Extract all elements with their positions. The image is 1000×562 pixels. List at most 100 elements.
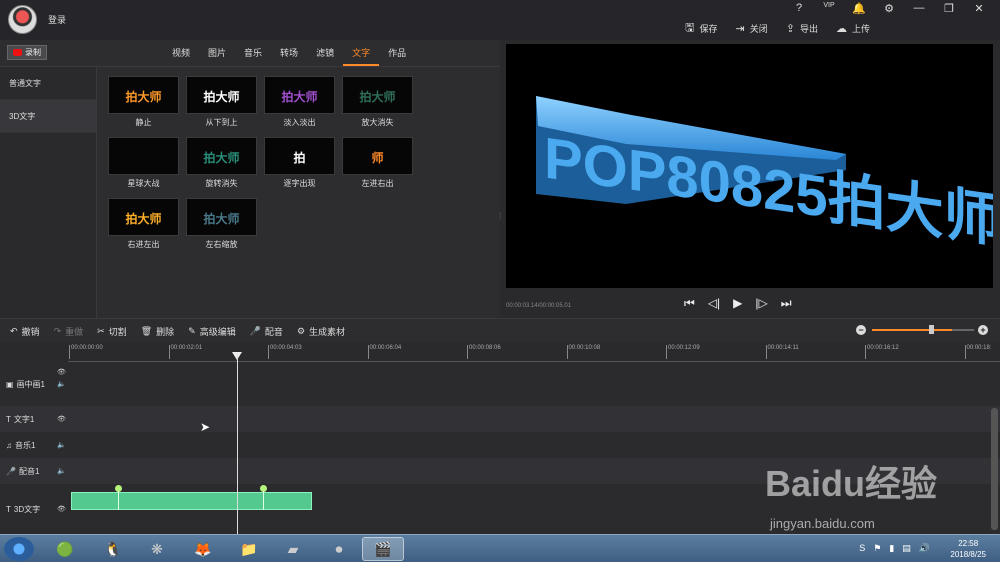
ime-icon[interactable]: S [859,543,865,554]
effect-thumbnail[interactable]: 拍逐字出现 [264,137,335,190]
close-project-button[interactable]: ⇥ 关闭 [736,19,768,38]
effect-thumbnail[interactable]: 师左进右出 [342,137,413,190]
track-body[interactable] [68,362,1000,406]
effect-thumbnail[interactable]: 拍大师 右进左出 [108,198,179,251]
action-label: 保存 [699,24,718,34]
upload-button[interactable]: ☁ 上传 [836,19,870,38]
effect-label: 右进左出 [127,240,160,249]
maximize-icon[interactable]: ❐ [934,2,964,15]
edit-icon: ✎ [188,326,196,336]
effect-thumbnail[interactable]: 拍大师 旋转消失 [186,137,257,190]
record-icon [13,49,22,56]
bell-icon[interactable]: 🔔 [844,2,874,15]
zoom-slider[interactable] [872,325,974,334]
sidebar-item[interactable]: 3D文字 [0,100,96,133]
visibility-icon[interactable]: 👁 [57,415,66,423]
skip-end-icon[interactable]: ⏭ [781,296,792,311]
ruler-tick: 00:00:00:00 [69,345,103,359]
login-link[interactable]: 登录 [48,13,66,26]
effect-thumbnail[interactable]: 拍大师 左右缩放 [186,198,257,251]
tab-1[interactable]: 图片 [199,46,235,66]
generate-button[interactable]: ⚙ 生成素材 [297,325,345,338]
minimize-icon[interactable]: — [904,2,934,15]
skip-start-icon[interactable]: ⏮ [684,296,695,311]
redo-button[interactable]: ↷ 重做 [54,325,84,338]
prev-frame-icon[interactable]: ◁| [708,296,720,311]
taskbar-media-icon[interactable]: ❋ [136,537,178,561]
zoom-slider-knob[interactable] [929,325,934,334]
taskbar-qq-icon[interactable]: 🐧 [92,537,134,561]
edit-button[interactable]: ✎ 高级编辑 [188,325,236,338]
clock[interactable]: 22:58 2018/8/25 [950,538,986,560]
taskbar-app-icon[interactable]: ▰ [272,537,314,561]
save-button[interactable]: 🖫 保存 [685,19,717,38]
ruler-tick: 00:00:04:03 [268,345,302,359]
avatar[interactable] [8,5,37,34]
sidebar-item[interactable]: 普通文字 [0,67,96,100]
taskbar-paidashi-icon[interactable]: 🎬 [362,537,404,561]
taskbar-folder-icon[interactable]: 📁 [228,537,270,561]
tab-4[interactable]: 滤镜 [307,46,343,66]
record-button[interactable]: 录制 [7,45,47,60]
taskbar-app-green-icon[interactable]: 🟢 [44,537,86,561]
next-frame-icon[interactable]: |▷ [755,296,767,311]
effect-label: 逐字出现 [283,179,316,188]
volume-icon[interactable]: 🔊 [919,543,930,554]
tab-2[interactable]: 音乐 [235,46,271,66]
help-icon[interactable]: ? [784,2,814,15]
play-icon[interactable]: ▶ [733,296,742,311]
usb-icon[interactable]: ▮ [889,543,894,554]
effect-thumbnail[interactable]: 拍大师 淡入淡出 [264,76,335,129]
effect-preview-image: 拍 [264,137,335,175]
effect-label: 淡入淡出 [283,118,316,127]
effect-label: 星球大战 [127,179,160,188]
tab-0[interactable]: 视频 [163,46,199,66]
zoom-out-icon[interactable]: − [856,325,866,335]
visibility-icon[interactable]: 👁 [57,505,66,513]
network-icon[interactable]: ▤ [902,543,911,554]
visibility-icon[interactable]: 👁 [57,368,66,376]
system-icons: ? VIP 🔔 ⚙ — ❐ ✕ [784,2,994,15]
effect-thumbnail[interactable]: 星球大战 [108,137,179,190]
panel-resize-handle[interactable]: ⋮ [497,212,504,220]
clock-time: 22:58 [958,539,979,548]
delete-button[interactable]: 🗑 删除 [141,325,174,338]
undo-button[interactable]: ↶ 撤销 [10,325,40,338]
effect-preview-image: 拍大师 [108,198,179,236]
time-ruler[interactable]: 00:00:00:00 00:00:02:01 00:00:04:03 00:00:0… [68,342,1000,362]
flag-icon[interactable]: ⚑ [873,543,881,554]
mic-button[interactable]: 🎤 配音 [250,325,283,338]
track-type-icon: ▣ [6,379,14,389]
export-button[interactable]: ⇪ 导出 [786,19,818,38]
gear-icon[interactable]: ⚙ [874,2,904,15]
vip-icon[interactable]: VIP [814,2,844,15]
timeline-scrollbar[interactable] [991,408,998,530]
tab-6[interactable]: 作品 [379,46,415,66]
effect-thumbnail[interactable]: 拍大师 放大消失 [342,76,413,129]
taskbar-record-icon[interactable]: ⏺ [318,537,360,561]
start-button[interactable] [4,537,34,561]
tab-3[interactable]: 转场 [271,46,307,66]
cut-button[interactable]: ✂ 切割 [97,325,127,338]
track-header: T 文字1 👁 [0,406,68,432]
effect-thumbnail[interactable]: 拍大师 从下到上 [186,76,257,129]
mute-icon[interactable]: 🔈 [57,380,66,388]
taskbar-firefox-icon[interactable]: 🦊 [182,537,224,561]
effect-preview-image: 拍大师 [342,76,413,114]
tool-label: 删除 [156,327,175,337]
3d-text-clip[interactable] [71,492,312,510]
zoom-in-icon[interactable]: + [978,325,988,335]
ruler-tick: 00:00:14:11 [765,345,799,359]
visibility-icon[interactable]: 🔈 [57,441,66,449]
preview-time: 00:00:03.14/00:00:05.01 [506,303,572,309]
playback-controls: ⏮ ◁| ▶ |▷ ⏭ [684,296,792,311]
track-label: 文字1 [13,414,35,424]
close-icon[interactable]: ✕ [964,2,994,15]
tab-5[interactable]: 文字 [343,46,380,66]
effect-label: 从下到上 [205,118,238,127]
visibility-icon[interactable]: 🔈 [57,467,66,475]
clock-date: 2018/8/25 [950,550,986,559]
tool-label: 重做 [65,327,84,337]
effect-thumbnail[interactable]: 拍大师 静止 [108,76,179,129]
video-preview: POP80825拍大师 [506,44,993,288]
